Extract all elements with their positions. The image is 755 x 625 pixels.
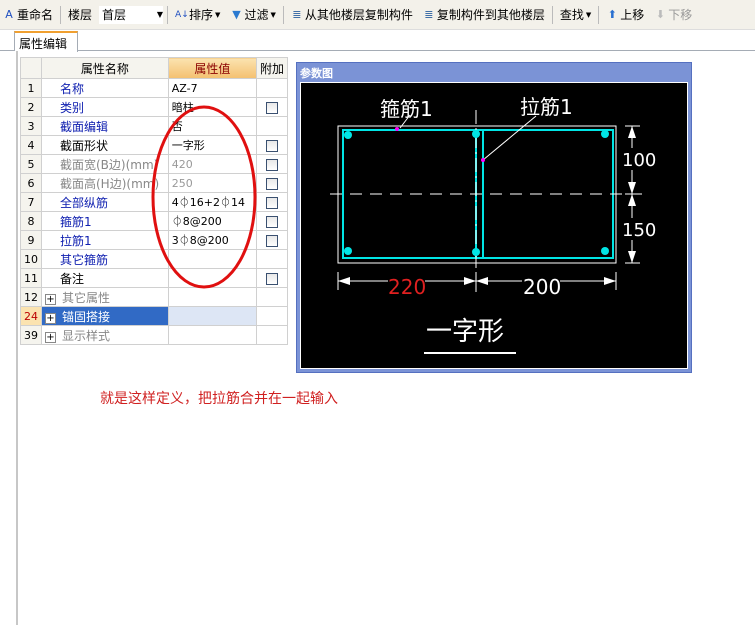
dim-left-label[interactable]: 220 [388,275,426,299]
tie-marker [481,158,485,162]
stirrup-label: 箍筋1 [380,97,433,121]
stirrup-marker [395,127,399,131]
dim-top-label: 100 [622,150,656,171]
tie-leader [482,115,537,161]
tie-label: 拉筋1 [520,95,573,119]
red-circle-annotation [151,105,257,289]
dim-right-label[interactable]: 200 [523,275,561,299]
dim-bottom-label: 150 [622,220,656,241]
diagram-overlay: 箍筋1 拉筋1 100 150 220 200 一字形 [151,95,656,354]
annotation-note: 就是这样定义，把拉筋合并在一起输入 [100,391,338,407]
shape-name-label: 一字形 [426,317,504,347]
